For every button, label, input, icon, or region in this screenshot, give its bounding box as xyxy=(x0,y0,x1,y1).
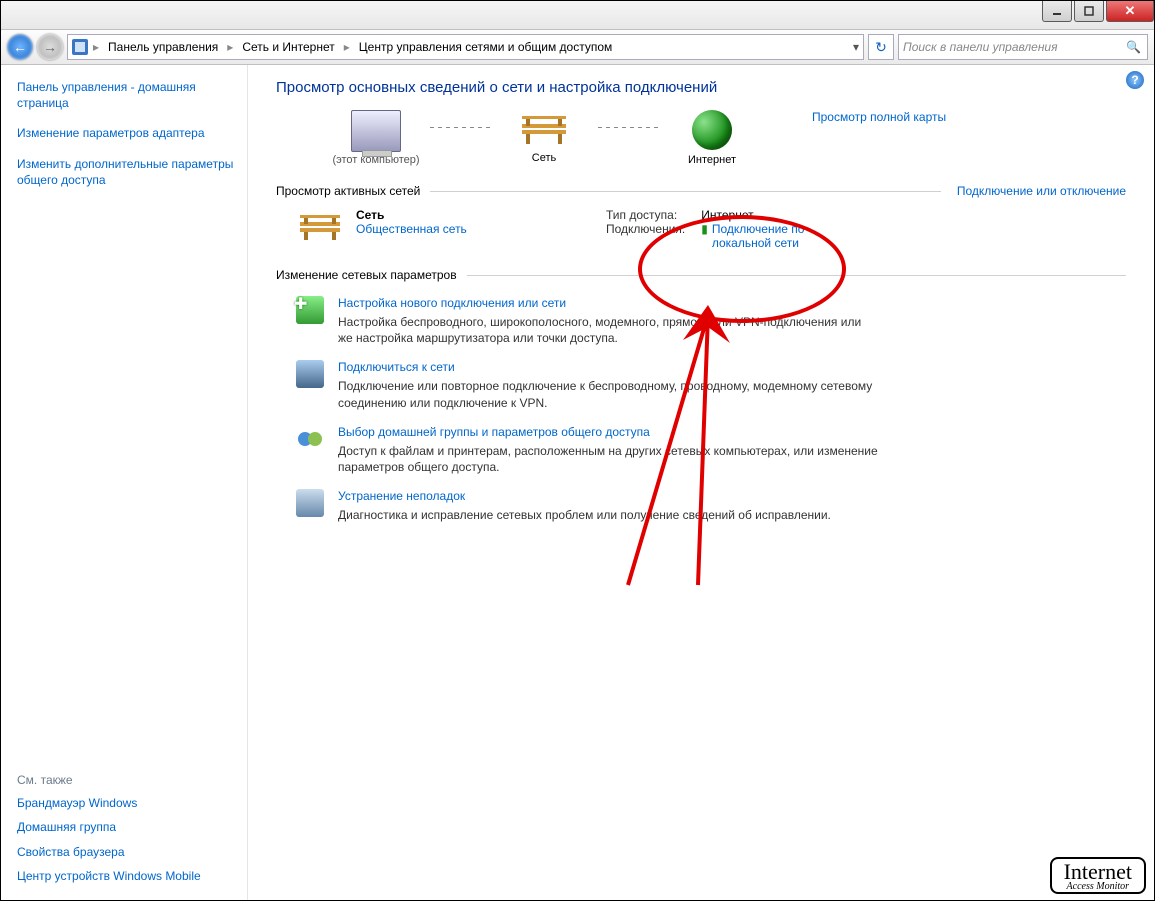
sidebar-seealso-homegroup[interactable]: Домашняя группа xyxy=(17,819,237,835)
divider xyxy=(467,275,1126,276)
task-desc: Настройка беспроводного, широкополосного… xyxy=(338,314,878,346)
task-title: Выбор домашней группы и параметров общег… xyxy=(338,425,878,439)
task-desc: Доступ к файлам и принтерам, расположенн… xyxy=(338,443,878,475)
divider xyxy=(430,191,941,192)
connect-disconnect-link[interactable]: Подключение или отключение xyxy=(957,184,1126,198)
active-networks-header: Просмотр активных сетей xyxy=(276,184,420,198)
sidebar-home[interactable]: Панель управления - домашняя страница xyxy=(17,79,237,111)
help-icon[interactable]: ? xyxy=(1126,71,1144,89)
new-connection-icon: ✚ xyxy=(296,296,324,324)
ethernet-icon: ▮ xyxy=(701,222,708,250)
breadcrumb-item[interactable]: Сеть и Интернет xyxy=(238,38,338,56)
bench-icon xyxy=(516,112,572,148)
chevron-right-icon: ▸ xyxy=(341,40,353,54)
close-button[interactable]: ✕ xyxy=(1106,1,1154,22)
main-content: ? Просмотр основных сведений о сети и на… xyxy=(248,65,1154,901)
connect-network-icon xyxy=(296,360,324,388)
change-settings-header: Изменение сетевых параметров xyxy=(276,268,457,282)
network-node-caption: Сеть xyxy=(532,152,556,164)
back-button[interactable]: ← xyxy=(7,34,33,60)
watermark-subtitle: Access Monitor xyxy=(1064,882,1132,891)
homegroup-icon xyxy=(296,425,324,453)
search-icon: 🔍 xyxy=(1126,40,1141,54)
minimize-button[interactable] xyxy=(1042,1,1072,22)
sidebar-seealso-firewall[interactable]: Брандмауэр Windows xyxy=(17,795,237,811)
watermark-logo: Internet Access Monitor xyxy=(1050,857,1146,894)
connection-line-icon xyxy=(430,127,490,128)
task-title: Устранение неполадок xyxy=(338,489,831,503)
window-titlebar: ✕ xyxy=(1,1,1154,30)
local-connection-link[interactable]: Подключение по локальной сети xyxy=(712,222,841,250)
sidebar: Панель управления - домашняя страница Из… xyxy=(1,65,248,901)
task-desc: Подключение или повторное подключение к … xyxy=(338,378,878,410)
internet-node-caption: Интернет xyxy=(688,154,736,166)
sidebar-link-adapter[interactable]: Изменение параметров адаптера xyxy=(17,125,237,141)
network-name: Сеть xyxy=(356,208,606,222)
task-desc: Диагностика и исправление сетевых пробле… xyxy=(338,507,831,523)
forward-button[interactable]: → xyxy=(37,34,63,60)
chevron-right-icon: ▸ xyxy=(90,40,102,54)
task-new-connection[interactable]: ✚ Настройка нового подключения или сети … xyxy=(296,296,1126,346)
page-title: Просмотр основных сведений о сети и наст… xyxy=(276,79,1126,96)
breadcrumb-item[interactable]: Панель управления xyxy=(104,38,222,56)
task-homegroup[interactable]: Выбор домашней группы и параметров общег… xyxy=(296,425,1126,475)
breadcrumb-item[interactable]: Центр управления сетями и общим доступом xyxy=(355,38,617,56)
task-title: Подключиться к сети xyxy=(338,360,878,374)
network-map: (этот компьютер) Сеть xyxy=(316,110,772,166)
connections-label: Подключения: xyxy=(606,222,685,236)
refresh-button[interactable]: ↻ xyxy=(868,34,894,60)
access-type-label: Тип доступа: xyxy=(606,208,685,222)
access-type-value: Интернет xyxy=(701,208,841,222)
maximize-button[interactable] xyxy=(1074,1,1104,22)
controlpanel-icon xyxy=(72,39,88,55)
computer-icon xyxy=(351,110,401,152)
network-type-link[interactable]: Общественная сеть xyxy=(356,222,606,236)
navigation-bar: ← → ▸ Панель управления ▸ Сеть и Интерне… xyxy=(1,30,1154,65)
chevron-right-icon: ▸ xyxy=(224,40,236,54)
search-input[interactable]: Поиск в панели управления 🔍 xyxy=(898,34,1148,60)
task-title: Настройка нового подключения или сети xyxy=(338,296,878,310)
sidebar-seealso-browser[interactable]: Свойства браузера xyxy=(17,844,237,860)
sidebar-seealso-mobile[interactable]: Центр устройств Windows Mobile xyxy=(17,868,237,884)
sidebar-seealso-header: См. также xyxy=(17,773,237,787)
sidebar-link-sharing[interactable]: Изменить дополнительные параметры общего… xyxy=(17,156,237,188)
task-connect-network[interactable]: Подключиться к сети Подключение или повт… xyxy=(296,360,1126,410)
troubleshoot-icon xyxy=(296,489,324,517)
globe-icon xyxy=(692,110,732,150)
search-placeholder: Поиск в панели управления xyxy=(903,40,1058,54)
view-full-map-link[interactable]: Просмотр полной карты xyxy=(812,110,946,124)
chevron-down-icon[interactable]: ▾ xyxy=(853,40,859,54)
active-network-row: Сеть Общественная сеть Тип доступа: Подк… xyxy=(276,208,1126,250)
breadcrumb[interactable]: ▸ Панель управления ▸ Сеть и Интернет ▸ … xyxy=(67,34,864,60)
task-troubleshoot[interactable]: Устранение неполадок Диагностика и испра… xyxy=(296,489,1126,523)
bench-icon xyxy=(296,212,344,240)
connection-line-icon xyxy=(598,127,658,128)
